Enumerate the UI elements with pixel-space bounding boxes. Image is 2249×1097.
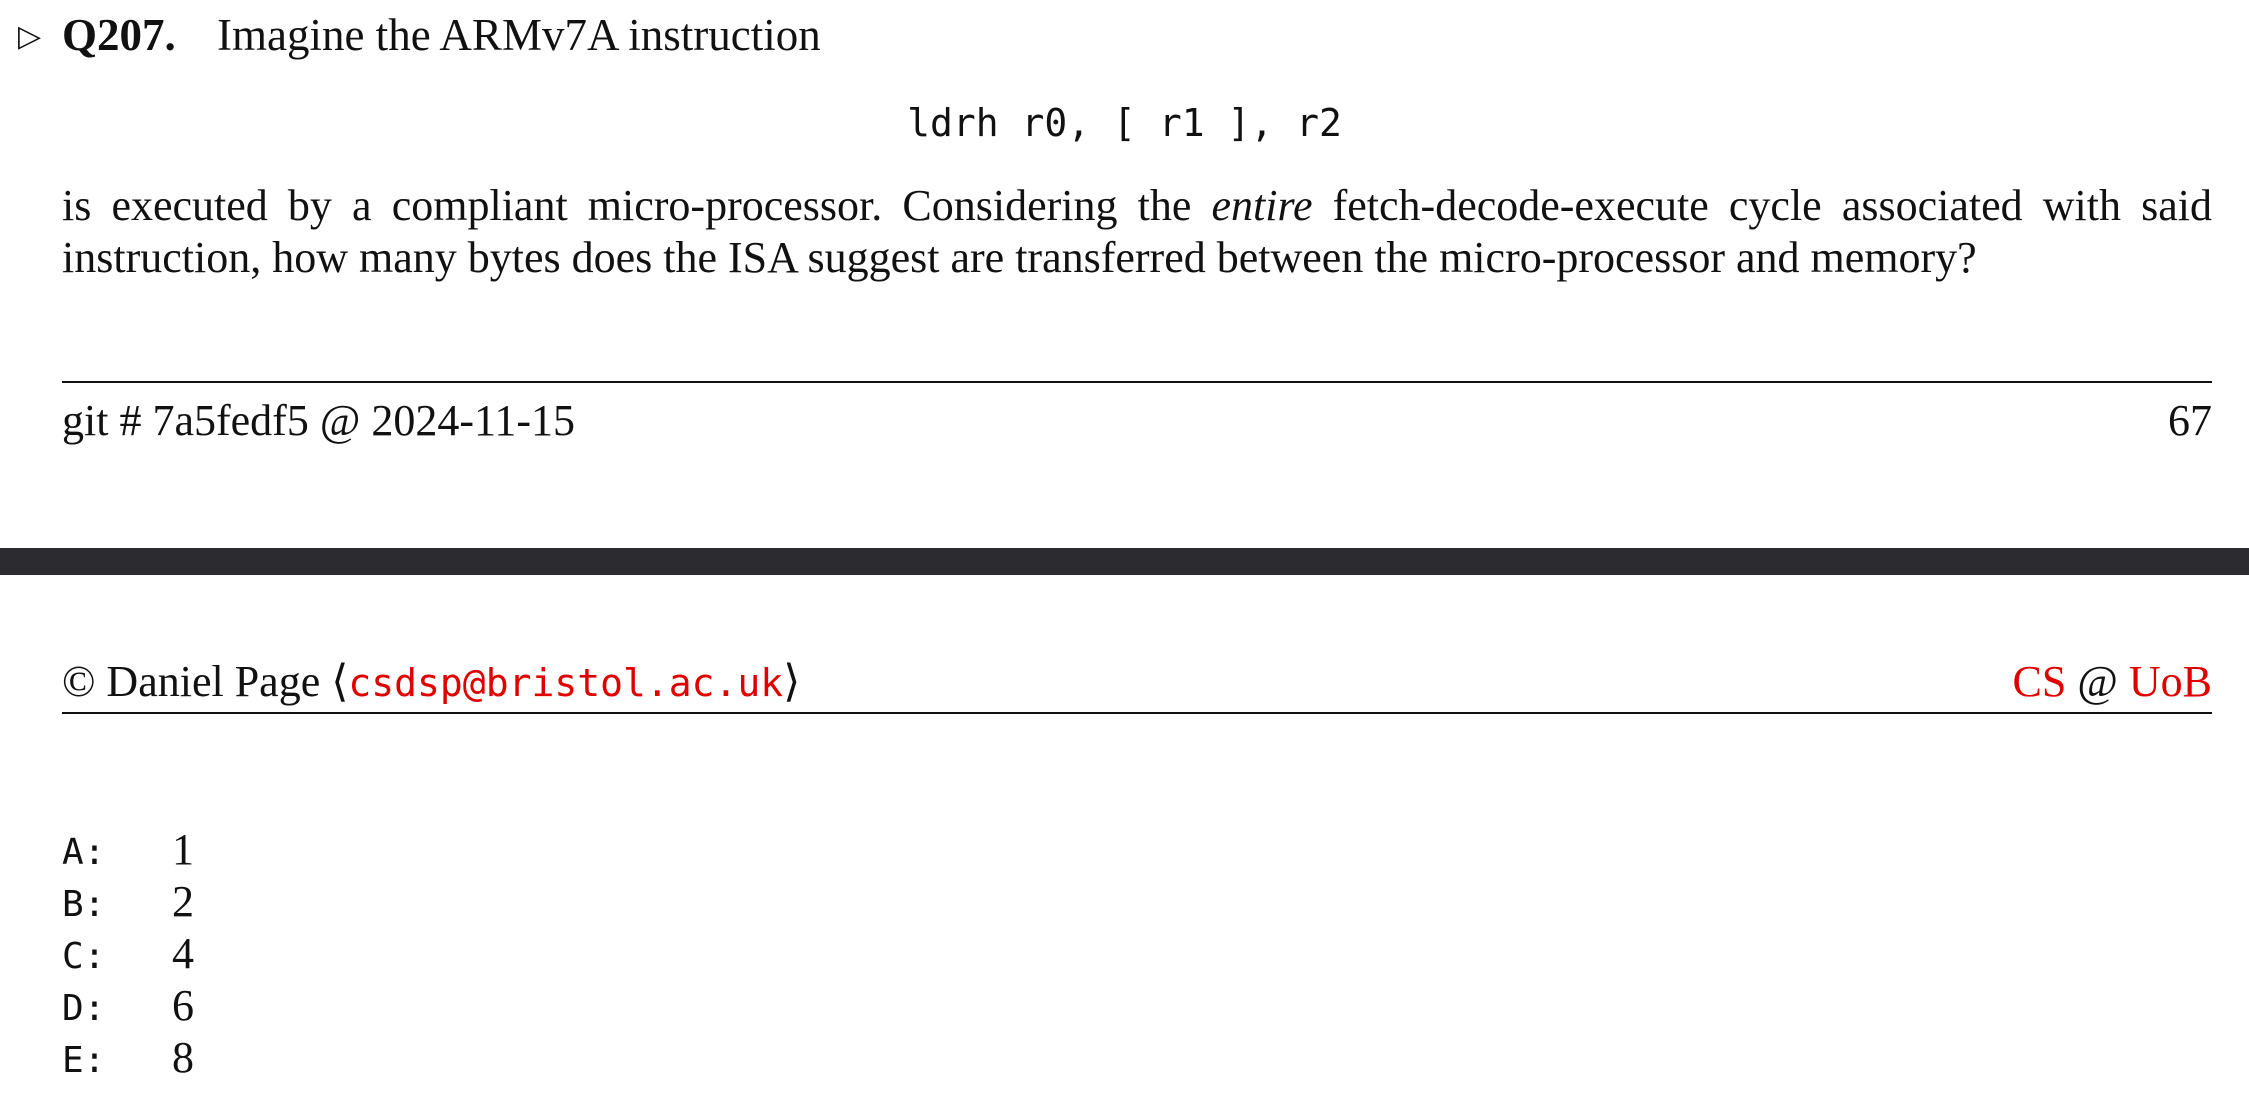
author-credit: © Daniel Page ⟨csdsp@bristol.ac.uk⟩ [62,654,800,711]
instruction-code: ldrh r0, [ r1 ], r2 [907,101,1342,145]
angle-close: ⟩ [783,657,801,706]
question-number: Q207. [62,10,176,60]
footer-rule [62,381,2212,383]
option-letter: A: [62,832,106,873]
option-c[interactable]: C: 4 [62,928,194,980]
question-body: is executed by a compliant micro-process… [62,180,2212,284]
cs-link[interactable]: CS [2013,657,2067,706]
option-e[interactable]: E: 8 [62,1032,194,1084]
emphasis-text: entire [1211,181,1313,230]
page-footer: git # 7a5fedf5 @ 2024-11-15 67 [62,393,2212,449]
option-value: 6 [172,981,194,1030]
option-d[interactable]: D: 6 [62,980,194,1032]
option-value: 1 [172,825,194,874]
page-separator-band [0,548,2249,575]
option-value: 2 [172,877,194,926]
option-letter: B: [62,884,106,925]
option-value: 4 [172,929,194,978]
affiliation: CS @ UoB [2013,654,2212,710]
question-body-line-1: is executed by a compliant micro-process… [62,180,2212,232]
uob-link[interactable]: UoB [2129,657,2212,706]
triangle-marker-icon: ▷ [18,19,42,54]
page-number: 67 [2168,396,2212,445]
option-a[interactable]: A: 1 [62,824,194,876]
question-heading: ▷ Q207. Imagine the ARMv7A instruction [18,8,821,64]
affiliation-at: @ [2066,657,2129,706]
git-revision: git # 7a5fedf5 @ 2024-11-15 [62,396,576,445]
header-rule [62,712,2212,714]
option-letter: D: [62,988,106,1029]
body-text-segment: fetch-decode-execute cycle associated wi… [1312,181,2212,230]
question-intro: Imagine the ARMv7A instruction [217,10,821,60]
body-text-segment: is executed by a compliant micro-process… [62,181,1212,230]
copyright-text: © Daniel Page ⟨ [62,657,349,706]
email-link[interactable]: csdsp@bristol.ac.uk [348,661,783,705]
option-letter: E: [62,1040,106,1081]
question-body-line-2: instruction, how many bytes does the ISA… [62,233,1977,282]
option-letter: C: [62,936,106,977]
answer-options: A: 1 B: 2 C: 4 D: 6 E: 8 [62,824,194,1084]
option-b[interactable]: B: 2 [62,876,194,928]
option-value: 8 [172,1033,194,1082]
page-header: © Daniel Page ⟨csdsp@bristol.ac.uk⟩ CS @… [62,654,2212,710]
